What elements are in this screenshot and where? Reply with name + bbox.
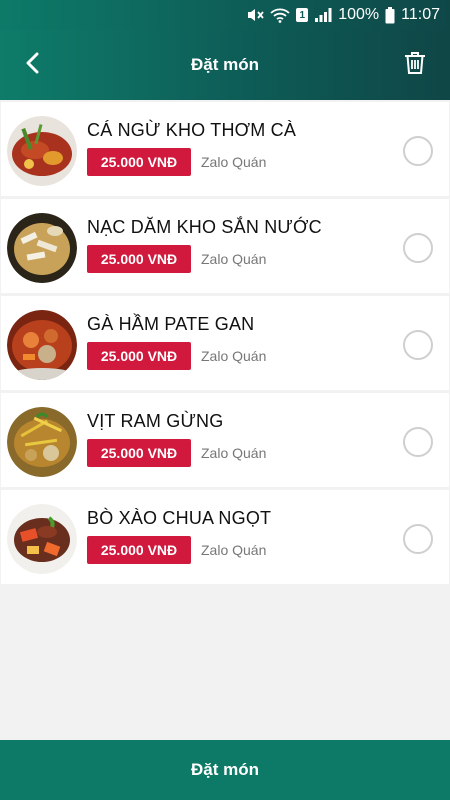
select-radio[interactable] <box>403 136 433 166</box>
shop-name: Zalo Quán <box>201 445 267 461</box>
signal-icon <box>314 7 332 23</box>
dish-name: NẠC DĂM KHO SẮN NƯỚC <box>87 217 322 237</box>
dish-name: GÀ HẦM PATE GAN <box>87 314 255 334</box>
sim-icon: 1 <box>296 8 309 22</box>
dish-name: VỊT RAM GỪNG <box>87 411 224 431</box>
shop-name: Zalo Quán <box>201 251 267 267</box>
chevron-left-icon <box>25 52 41 79</box>
battery-level: 100% <box>338 6 380 23</box>
trash-icon <box>404 51 426 80</box>
dish-name: CÁ NGỪ KHO THƠM CÀ <box>87 120 297 140</box>
wifi-icon <box>270 7 290 23</box>
dish-image <box>7 116 77 186</box>
status-bar: 1 100% 11:07 <box>0 0 450 30</box>
order-button[interactable]: Đặt món <box>0 740 450 800</box>
app-header: Đặt món <box>0 30 450 100</box>
dish-name: BÒ XÀO CHUA NGỌT <box>87 508 272 528</box>
dish-image <box>7 310 77 380</box>
list-item[interactable]: BÒ XÀO CHUA NGỌT 25.000 VNĐ Zalo Quán <box>1 490 449 584</box>
price-badge: 25.000 VNĐ <box>87 439 191 467</box>
shop-name: Zalo Quán <box>201 542 267 558</box>
price-badge: 25.000 VNĐ <box>87 148 191 176</box>
select-radio[interactable] <box>403 427 433 457</box>
page-title: Đặt món <box>191 55 259 74</box>
dish-image <box>7 407 77 477</box>
list-item[interactable]: CÁ NGỪ KHO THƠM CÀ 25.000 VNĐ Zalo Quán <box>1 102 449 196</box>
dish-image <box>7 504 77 574</box>
shop-name: Zalo Quán <box>201 348 267 364</box>
mute-icon <box>246 7 264 23</box>
back-button[interactable] <box>18 50 48 80</box>
order-list: CÁ NGỪ KHO THƠM CÀ 25.000 VNĐ Zalo Quán … <box>0 102 450 587</box>
price-badge: 25.000 VNĐ <box>87 536 191 564</box>
select-radio[interactable] <box>403 524 433 554</box>
list-item[interactable]: GÀ HẦM PATE GAN 25.000 VNĐ Zalo Quán <box>1 296 449 390</box>
clock: 11:07 <box>401 6 440 23</box>
select-radio[interactable] <box>403 330 433 360</box>
battery-icon <box>385 6 395 24</box>
shop-name: Zalo Quán <box>201 154 267 170</box>
price-badge: 25.000 VNĐ <box>87 245 191 273</box>
price-badge: 25.000 VNĐ <box>87 342 191 370</box>
delete-button[interactable] <box>400 50 430 80</box>
select-radio[interactable] <box>403 233 433 263</box>
list-item[interactable]: VỊT RAM GỪNG 25.000 VNĐ Zalo Quán <box>1 393 449 487</box>
list-item[interactable]: NẠC DĂM KHO SẮN NƯỚC 25.000 VNĐ Zalo Quá… <box>1 199 449 293</box>
dish-image <box>7 213 77 283</box>
